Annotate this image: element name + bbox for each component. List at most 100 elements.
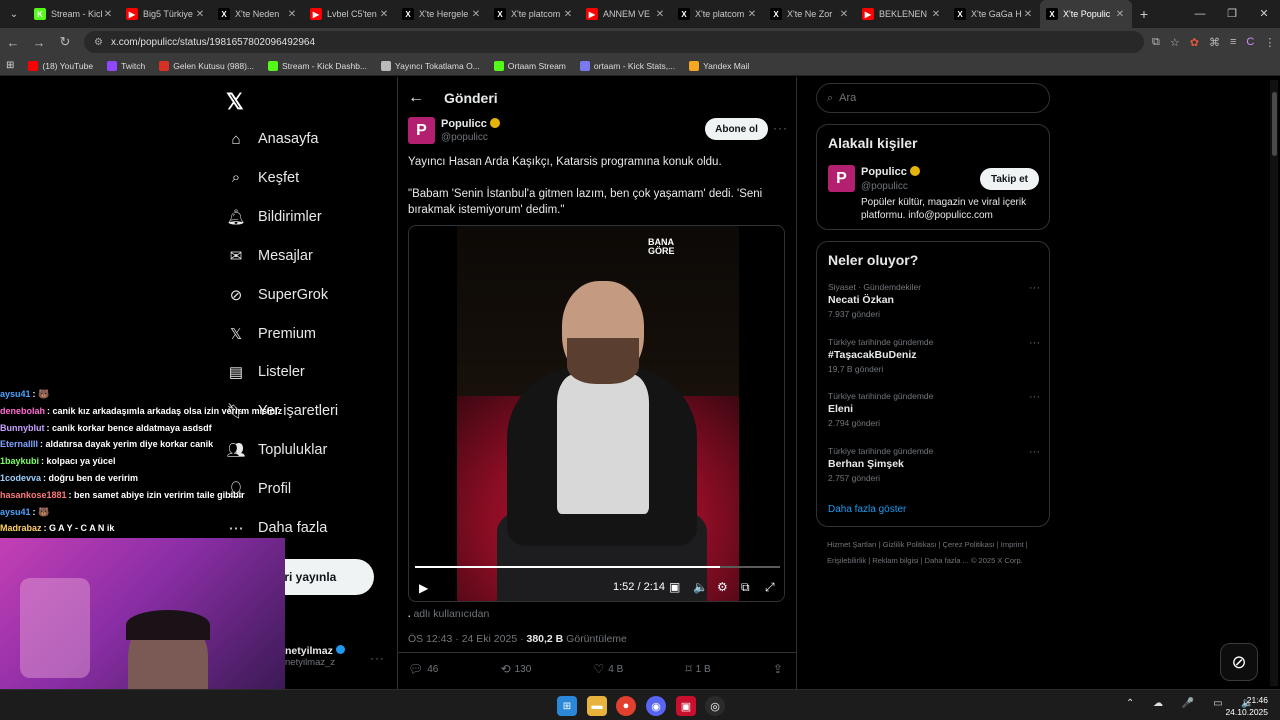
- app-red-icon[interactable]: ▣: [676, 696, 696, 716]
- bookmark-item[interactable]: (18) YouTube: [28, 60, 93, 71]
- puzzle-icon[interactable]: ⌘: [1209, 36, 1220, 49]
- nav-item[interactable]: 🔔︎ Bildirimler: [226, 207, 321, 227]
- video-player[interactable]: BANA GÖRE ▶ 1:52 / 2:14 ▣ 🔈 ⚙ ⧉ ⤢: [408, 225, 785, 602]
- pip-icon[interactable]: ⧉: [741, 580, 750, 595]
- trend-item[interactable]: Türkiye tarihinde gündemde Eleni 2.794 gön…: [828, 391, 1040, 428]
- volume-icon[interactable]: 🔈: [693, 580, 708, 594]
- like-button[interactable]: ♡ 4 B: [594, 662, 624, 676]
- related-name[interactable]: Populicc: [861, 166, 920, 178]
- post-more-icon[interactable]: ···: [773, 121, 788, 135]
- chrome-icon[interactable]: ●: [616, 696, 636, 716]
- bookmark-item[interactable]: Yayıncı Tokatlama O...: [381, 60, 480, 71]
- tab-close-icon[interactable]: ✕: [930, 9, 942, 20]
- browser-tab[interactable]: X X'te platcom ✕: [672, 0, 764, 28]
- browser-tab[interactable]: X X'te Ne Zor ✕: [764, 0, 856, 28]
- tab-search-icon[interactable]: ⌄: [0, 9, 28, 20]
- browser-tab[interactable]: X X'te GaGa H ✕: [948, 0, 1040, 28]
- reload-icon[interactable]: ↻: [52, 34, 78, 50]
- tab-close-icon[interactable]: ✕: [378, 9, 390, 20]
- back-arrow-icon[interactable]: ←: [408, 89, 424, 107]
- minimize-icon[interactable]: —: [1184, 0, 1216, 28]
- grok-floating-icon[interactable]: ⊘: [1220, 643, 1258, 681]
- obs-icon[interactable]: ◎: [705, 696, 725, 716]
- play-icon[interactable]: ▶: [419, 581, 428, 595]
- tab-close-icon[interactable]: ✕: [654, 9, 666, 20]
- tab-close-icon[interactable]: ✕: [746, 9, 758, 20]
- browser-tab[interactable]: X X'te platcom ✕: [488, 0, 580, 28]
- trend-more-icon[interactable]: ···: [1029, 282, 1040, 294]
- menu-icon[interactable]: ⋮: [1264, 36, 1275, 49]
- tab-close-icon[interactable]: ✕: [838, 9, 850, 20]
- repost-button[interactable]: ⟲ 130: [501, 662, 532, 676]
- related-avatar[interactable]: P: [828, 165, 855, 192]
- follow-button[interactable]: Takip et: [980, 168, 1039, 190]
- close-window-icon[interactable]: ✕: [1248, 0, 1280, 28]
- page-scrollbar[interactable]: [1270, 80, 1278, 686]
- footer-links[interactable]: Hizmet Şartları | Gizlilik Politikası | …: [827, 537, 1047, 569]
- settings-icon[interactable]: ⚙: [717, 580, 728, 594]
- profile-avatar[interactable]: C: [1246, 36, 1254, 49]
- author-avatar[interactable]: P: [408, 117, 435, 144]
- file-explorer-icon[interactable]: ▬: [587, 696, 607, 716]
- install-icon[interactable]: ⧉: [1152, 36, 1160, 49]
- reply-button[interactable]: 💬︎ 46: [408, 662, 438, 676]
- system-clock[interactable]: 21:46 24.10.2025: [1225, 694, 1268, 718]
- bookmark-item[interactable]: Gelen Kutusu (988)...: [159, 60, 254, 71]
- nav-item[interactable]: ⌂ Anasayfa: [226, 129, 318, 149]
- extension-icon[interactable]: ✿: [1190, 36, 1199, 49]
- nav-item[interactable]: ⊘ SuperGrok: [226, 285, 328, 305]
- trend-item[interactable]: Türkiye tarihinde gündemde #TaşacakBuDeni…: [828, 337, 1040, 374]
- tab-close-icon[interactable]: ✕: [1114, 9, 1126, 20]
- url-field[interactable]: ⚙ x.com/populicc/status/1981657802096492…: [84, 31, 1144, 53]
- media-icon[interactable]: ≡: [1230, 36, 1236, 49]
- nav-item[interactable]: ▤ Listeler: [226, 362, 305, 382]
- trend-item[interactable]: Türkiye tarihinde gündemde Berhan Şimşek 2…: [828, 446, 1040, 483]
- browser-tab[interactable]: K Stream - Kick ✕: [28, 0, 120, 28]
- show-more-link[interactable]: Daha fazla göster: [828, 504, 906, 515]
- forward-icon[interactable]: →: [26, 35, 52, 50]
- bookmark-item[interactable]: Ortaam Stream: [493, 60, 566, 71]
- bookmark-item[interactable]: Twitch: [107, 60, 145, 71]
- fullscreen-icon[interactable]: ⤢: [765, 580, 775, 595]
- browser-tab[interactable]: ▶ ANNEM VE ✕: [580, 0, 672, 28]
- author-handle[interactable]: @populicc: [441, 132, 488, 143]
- captions-icon[interactable]: ▣: [669, 580, 680, 594]
- account-more-icon[interactable]: ···: [370, 651, 385, 665]
- tab-close-icon[interactable]: ✕: [470, 9, 482, 20]
- post-timestamp[interactable]: ÖS 12:43 · 24 Eki 2025 ·: [408, 633, 526, 645]
- video-progress-bar[interactable]: [415, 566, 780, 568]
- browser-tab[interactable]: X X'te Hergele ✕: [396, 0, 488, 28]
- bookmark-item[interactable]: ortaam - Kick Stats,...: [579, 60, 675, 71]
- bookmark-star-icon[interactable]: ☆: [1170, 36, 1180, 49]
- maximize-icon[interactable]: ❐: [1216, 0, 1248, 28]
- tab-close-icon[interactable]: ✕: [286, 9, 298, 20]
- apps-icon[interactable]: ⊞: [6, 60, 14, 71]
- trend-more-icon[interactable]: ···: [1029, 446, 1040, 458]
- trend-item[interactable]: Siyaset · Gündemdekiler Necati Özkan 7.937…: [828, 282, 1040, 319]
- browser-tab[interactable]: X X'te Populic ✕: [1040, 0, 1132, 28]
- discord-icon[interactable]: ◉: [646, 696, 666, 716]
- share-button[interactable]: ⇪: [773, 662, 783, 676]
- browser-tab[interactable]: ▶ BEKLENEN D✕: [856, 0, 948, 28]
- browser-tab[interactable]: ▶ Big5 Türkiye ✕: [120, 0, 212, 28]
- bookmark-button[interactable]: ⌑ 1 B: [686, 662, 711, 676]
- trend-more-icon[interactable]: ···: [1029, 391, 1040, 403]
- tab-close-icon[interactable]: ✕: [194, 9, 206, 20]
- trend-more-icon[interactable]: ···: [1029, 337, 1040, 349]
- nav-item[interactable]: 𝕏 Premium: [226, 324, 316, 344]
- new-tab-button[interactable]: +: [1132, 6, 1156, 22]
- nav-item[interactable]: ✉ Mesajlar: [226, 246, 313, 266]
- subscribe-button[interactable]: Abone ol: [705, 118, 768, 140]
- tab-close-icon[interactable]: ✕: [562, 9, 574, 20]
- bookmark-item[interactable]: Stream - Kick Dashb...: [268, 60, 367, 71]
- site-info-icon[interactable]: ⚙: [94, 37, 103, 48]
- x-logo[interactable]: 𝕏: [226, 89, 244, 115]
- tab-close-icon[interactable]: ✕: [1022, 9, 1034, 20]
- tab-close-icon[interactable]: ✕: [102, 9, 114, 20]
- start-icon[interactable]: ⊞: [557, 696, 577, 716]
- search-input[interactable]: ⌕ Ara: [816, 83, 1050, 113]
- author-name[interactable]: Populicc: [441, 118, 500, 130]
- browser-tab[interactable]: ▶ Lvbel C5'ten ✕: [304, 0, 396, 28]
- account-switcher[interactable]: netyilmaz netyilmaz_z: [285, 645, 345, 668]
- nav-item[interactable]: ⌕ Keşfet: [226, 168, 299, 188]
